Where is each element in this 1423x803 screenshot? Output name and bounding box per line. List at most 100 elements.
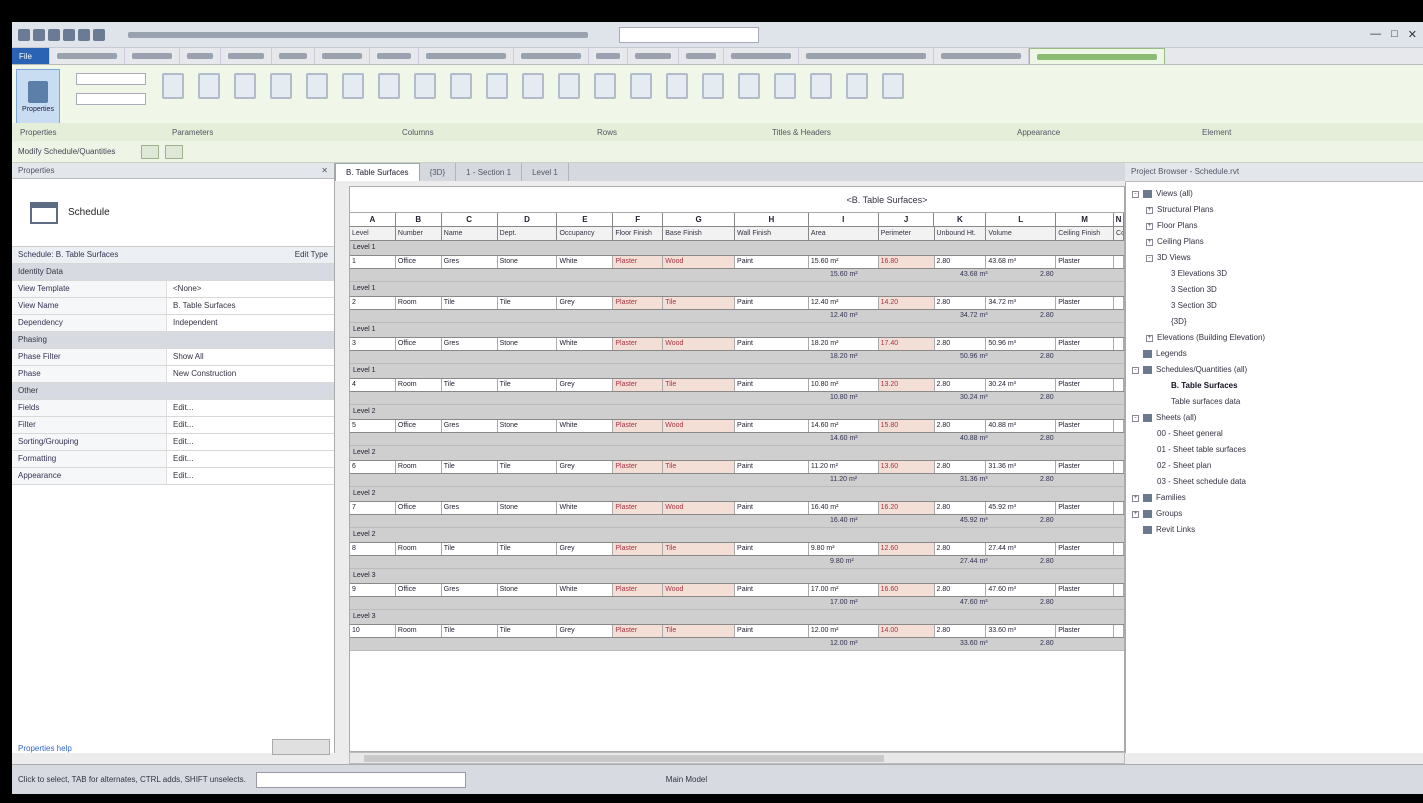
table-cell[interactable]: Tile <box>498 379 558 391</box>
expand-toggle-icon[interactable]: + <box>1132 510 1139 518</box>
tab-steel[interactable] <box>180 48 221 64</box>
property-value[interactable]: Edit... <box>167 417 334 433</box>
tab-extensions[interactable] <box>724 48 799 64</box>
table-cell[interactable]: Tile <box>442 625 498 637</box>
table-cell[interactable]: Grey <box>557 297 614 309</box>
close-icon[interactable]: ✕ <box>321 166 328 175</box>
insert-column-icon[interactable] <box>162 73 184 99</box>
table-cell[interactable]: Grey <box>557 379 614 391</box>
save-icon[interactable] <box>48 28 60 41</box>
browser-item[interactable]: Table surfaces data <box>1132 394 1417 410</box>
column-letter[interactable]: K <box>934 213 987 226</box>
table-cell[interactable]: Gres <box>442 502 498 514</box>
table-cell[interactable]: Office <box>396 420 442 432</box>
table-cell[interactable]: Plaster <box>1056 543 1115 555</box>
insert-row-icon[interactable] <box>342 73 364 99</box>
document-tab[interactable]: Level 1 <box>522 163 569 181</box>
borders-icon[interactable] <box>666 73 688 99</box>
table-cell[interactable]: 13.20 <box>878 379 935 391</box>
column-letter[interactable]: B <box>396 213 442 226</box>
delete-row-icon[interactable] <box>378 73 400 99</box>
table-cell[interactable]: Stone <box>498 338 558 350</box>
table-cell[interactable]: Tile <box>442 543 498 555</box>
table-cell[interactable]: Paint <box>735 543 809 555</box>
merge-icon[interactable] <box>450 73 472 99</box>
group-header[interactable]: Level 2 <box>350 446 1124 460</box>
table-cell[interactable]: 17.40 <box>878 338 935 350</box>
property-value[interactable]: Edit... <box>167 400 334 416</box>
table-cell[interactable]: Plaster <box>613 338 664 350</box>
table-cell[interactable]: Tile <box>442 379 498 391</box>
table-cell[interactable]: 30.24 m³ <box>986 379 1057 391</box>
model-selector[interactable]: Main Model <box>666 775 707 784</box>
table-cell[interactable]: White <box>557 256 614 268</box>
ungroup-icon[interactable] <box>594 73 616 99</box>
column-header[interactable]: Unbound Ht. <box>935 227 987 240</box>
resize-row-icon[interactable] <box>414 73 436 99</box>
table-cell[interactable]: 45.92 m³ <box>986 502 1057 514</box>
table-cell[interactable]: Paint <box>735 379 809 391</box>
table-cell[interactable] <box>1114 502 1124 514</box>
table-cell[interactable]: 2.80 <box>935 420 987 432</box>
table-cell[interactable]: Office <box>396 502 442 514</box>
properties-button[interactable]: Properties <box>16 69 60 125</box>
table-cell[interactable]: 6 <box>350 461 396 473</box>
table-cell[interactable]: Tile <box>663 625 736 637</box>
table-cell[interactable] <box>1114 584 1124 596</box>
table-cell[interactable]: Plaster <box>613 502 664 514</box>
browser-item[interactable]: 03 - Sheet schedule data <box>1132 474 1417 490</box>
table-cell[interactable]: White <box>557 502 614 514</box>
reset-icon[interactable] <box>702 73 724 99</box>
calc-dropdown[interactable] <box>76 93 146 105</box>
table-cell[interactable]: Paint <box>735 297 809 309</box>
group-header[interactable]: Level 2 <box>350 528 1124 542</box>
group-header[interactable]: Level 2 <box>350 405 1124 419</box>
apply-button[interactable] <box>272 739 330 755</box>
table-cell[interactable]: Plaster <box>1056 584 1115 596</box>
properties-help-link[interactable]: Properties help <box>18 744 72 753</box>
table-cell[interactable]: 11.20 m² <box>809 461 879 473</box>
table-cell[interactable]: 40.88 m³ <box>986 420 1057 432</box>
close-icon[interactable]: ✕ <box>1408 28 1417 41</box>
table-cell[interactable]: 43.68 m³ <box>986 256 1057 268</box>
property-value[interactable]: Show All <box>167 349 334 365</box>
table-row[interactable]: 4 Room Tile Tile Grey Plaster Tile Paint 10.80 m… <box>350 378 1124 392</box>
browser-item[interactable]: Revit Links <box>1132 522 1417 538</box>
tab-manage[interactable] <box>628 48 679 64</box>
table-cell[interactable] <box>1114 256 1124 268</box>
column-letter[interactable]: D <box>498 213 558 226</box>
table-cell[interactable]: 14.20 <box>878 297 935 309</box>
column-letter[interactable]: E <box>557 213 614 226</box>
table-cell[interactable]: 12.40 m² <box>809 297 879 309</box>
table-cell[interactable]: Plaster <box>1056 502 1115 514</box>
print-icon[interactable] <box>93 28 105 41</box>
table-cell[interactable]: 4 <box>350 379 396 391</box>
table-cell[interactable]: 10 <box>350 625 396 637</box>
search-input[interactable] <box>619 26 759 43</box>
table-cell[interactable]: Plaster <box>1056 338 1115 350</box>
table-cell[interactable]: Plaster <box>613 543 664 555</box>
property-value[interactable]: <None> <box>167 281 334 297</box>
table-cell[interactable]: 2 <box>350 297 396 309</box>
table-cell[interactable]: Tile <box>498 543 558 555</box>
column-letter[interactable]: N <box>1114 213 1124 226</box>
table-cell[interactable]: 15.80 <box>878 420 935 432</box>
browser-item[interactable]: B. Table Surfaces <box>1132 378 1417 394</box>
table-cell[interactable]: Gres <box>442 338 498 350</box>
column-header[interactable]: Volume <box>986 227 1057 240</box>
group-header[interactable]: Level 2 <box>350 487 1124 501</box>
browser-item[interactable]: + Ceiling Plans <box>1132 234 1417 250</box>
table-cell[interactable]: 17.00 m² <box>809 584 879 596</box>
table-cell[interactable]: 2.80 <box>935 584 987 596</box>
table-row[interactable]: 6 Room Tile Tile Grey Plaster Tile Paint 11.20 m… <box>350 460 1124 474</box>
table-cell[interactable]: Gres <box>442 420 498 432</box>
table-cell[interactable]: White <box>557 584 614 596</box>
expand-toggle-icon[interactable]: - <box>1146 254 1153 262</box>
table-cell[interactable]: Office <box>396 256 442 268</box>
document-tab[interactable]: 1 - Section 1 <box>456 163 523 181</box>
table-cell[interactable]: Paint <box>735 420 809 432</box>
table-cell[interactable]: 16.80 <box>878 256 935 268</box>
document-tab[interactable]: {3D} <box>420 163 457 181</box>
table-row[interactable]: 3 Office Gres Stone White Plaster Wood Paint 18.… <box>350 337 1124 351</box>
table-cell[interactable]: 13.60 <box>878 461 935 473</box>
